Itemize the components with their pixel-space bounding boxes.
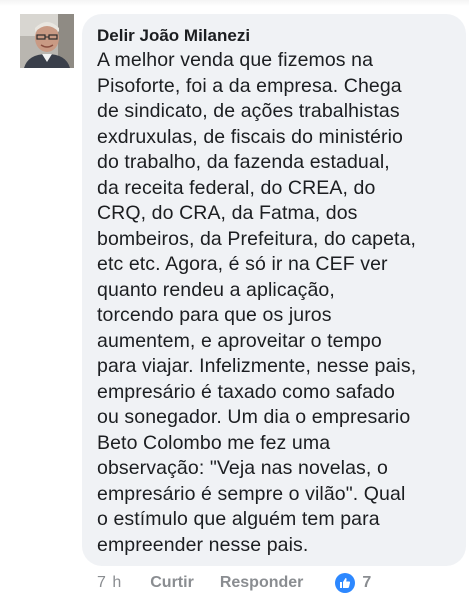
top-edge (0, 0, 469, 6)
comment-actions: 7 h Curtir Responder 7 (97, 572, 371, 594)
user-avatar-photo-icon (20, 14, 74, 68)
comment-text: A melhor venda que fizemos na Pisoforte,… (97, 49, 417, 556)
reaction-summary[interactable]: 7 (335, 573, 371, 593)
comment-bubble: Delir João Milanezi A melhor venda que f… (82, 14, 466, 566)
reaction-count: 7 (362, 574, 372, 591)
avatar[interactable] (20, 14, 74, 68)
reply-button[interactable]: Responder (220, 574, 304, 592)
comment-author[interactable]: Delir João Milanezi (97, 26, 452, 46)
comment-timestamp[interactable]: 7 h (97, 574, 122, 592)
like-button[interactable]: Curtir (150, 574, 194, 592)
like-icon (335, 573, 356, 593)
